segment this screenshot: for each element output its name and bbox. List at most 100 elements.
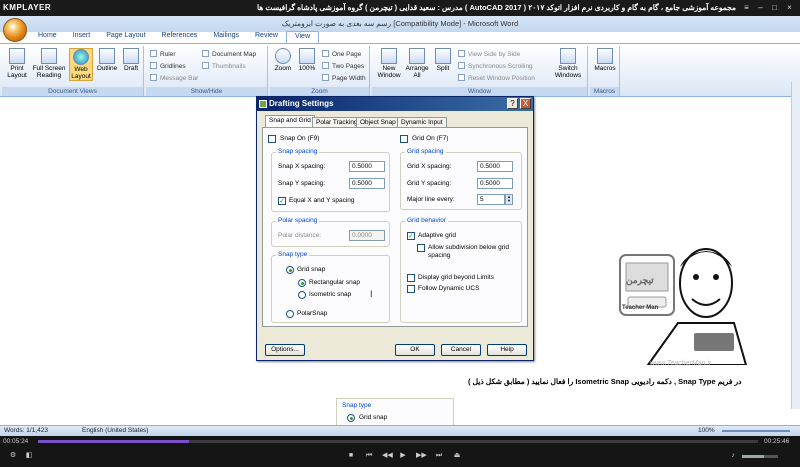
next-icon[interactable]: ⏭: [434, 451, 444, 461]
gridlines-checkbox[interactable]: Gridlines: [150, 62, 186, 70]
tab-view[interactable]: View: [285, 31, 319, 43]
word-title: رسم سه بعدی به صورت ایزومتریک [Compatibi…: [0, 16, 800, 32]
switch-windows-button[interactable]: Switch Windows: [551, 48, 585, 79]
polar-distance-input[interactable]: 0.0000: [349, 230, 385, 241]
arrange-all-button[interactable]: Arrange All: [404, 48, 430, 79]
reset-window-position-button[interactable]: Reset Window Position: [458, 74, 535, 82]
synchronous-scrolling-button[interactable]: Synchronous Scrolling: [458, 62, 533, 70]
view-side-by-side-button[interactable]: View Side by Side: [458, 50, 520, 58]
drafting-settings-dialog: Drafting Settings ? X Snap and Grid Pola…: [256, 96, 534, 361]
snapbox-label: Grid snap: [359, 414, 388, 421]
subdivision-checkbox[interactable]: [417, 244, 425, 252]
new-window-button[interactable]: New Window: [376, 48, 402, 79]
rectangular-snap-radio[interactable]: [298, 279, 306, 287]
ruler-checkbox[interactable]: Ruler: [150, 50, 176, 58]
rewind-icon[interactable]: ◀◀: [382, 451, 393, 461]
major-line-input[interactable]: 5: [477, 194, 505, 205]
text-cursor-icon: I: [370, 289, 373, 299]
page-width-button[interactable]: Page Width: [322, 74, 366, 82]
tab-references[interactable]: References: [154, 31, 206, 43]
grid-on-checkbox[interactable]: [400, 135, 408, 143]
adaptive-grid-checkbox[interactable]: ✓: [407, 232, 415, 240]
sync-scroll-icon: [458, 62, 465, 69]
polar-snap-radio[interactable]: [286, 310, 294, 318]
help-title-button[interactable]: ?: [507, 98, 518, 109]
office-button[interactable]: [3, 18, 27, 42]
full-screen-reading-button[interactable]: Full Screen Reading: [31, 48, 67, 79]
macros-button[interactable]: Macros: [592, 48, 618, 72]
vertical-scrollbar[interactable]: [791, 82, 800, 409]
volume-icon[interactable]: ♪: [728, 451, 738, 461]
major-line-spinner[interactable]: ▲ ▼: [505, 194, 513, 205]
snap-on-checkbox[interactable]: [268, 135, 276, 143]
close-icon[interactable]: ×: [784, 2, 795, 13]
magnifier-icon: [275, 48, 291, 64]
message-bar-checkbox[interactable]: Message Bar: [150, 74, 198, 82]
outline-button[interactable]: Outline: [95, 48, 119, 72]
minimize-icon[interactable]: –: [755, 2, 766, 13]
follow-ucs-checkbox[interactable]: [407, 285, 415, 293]
3d-icon[interactable]: ◧: [24, 451, 34, 461]
close-dialog-button[interactable]: X: [520, 98, 531, 109]
teacherman-mascot: تیچرمن Teacher Man: [618, 237, 748, 366]
snap-x-input[interactable]: 0.5000: [349, 161, 385, 172]
forward-icon[interactable]: ▶▶: [416, 451, 427, 461]
status-bar: Words: 1/1,423 English (United States) 1…: [0, 425, 800, 436]
grid-spacing-title: Grid spacing: [405, 148, 446, 155]
tab-mailings[interactable]: Mailings: [205, 31, 247, 43]
web-layout-button[interactable]: Web Layout: [69, 48, 93, 81]
play-icon[interactable]: ▶: [398, 451, 408, 461]
isometric-snap-radio[interactable]: [298, 291, 306, 299]
prev-icon[interactable]: ⏮: [364, 451, 374, 461]
polar-spacing-frame: Polar spacing Polar distance: 0.0000: [271, 217, 390, 247]
page-100-icon: [299, 48, 315, 64]
thumbnails-checkbox[interactable]: Thumbnails: [202, 62, 246, 70]
snap-on-label: Snap On (F9): [280, 135, 320, 142]
two-pages-button[interactable]: Two Pages: [322, 62, 364, 70]
ribbon: Print Layout Full Screen Reading Web Lay…: [0, 43, 800, 97]
grid-snap-radio[interactable]: [286, 266, 294, 274]
language-status[interactable]: English (United States): [82, 427, 148, 434]
grid-behavior-frame: Grid behavior ✓ Adaptive grid Allow subd…: [400, 217, 522, 323]
eject-icon[interactable]: ⏏: [452, 451, 462, 461]
ok-button[interactable]: OK: [395, 344, 435, 356]
menu-icon[interactable]: ≡: [741, 2, 752, 13]
zoom-slider[interactable]: [722, 430, 790, 432]
tab-review[interactable]: Review: [247, 31, 286, 43]
settings-icon[interactable]: ⚙: [8, 451, 18, 461]
tab-home[interactable]: Home: [30, 31, 65, 43]
tab-insert[interactable]: Insert: [65, 31, 99, 43]
display-beyond-limits-checkbox[interactable]: [407, 274, 415, 282]
split-button[interactable]: Split: [432, 48, 454, 72]
snap-y-input[interactable]: 0.5000: [349, 178, 385, 189]
switch-windows-icon: [560, 48, 576, 64]
tab-page-layout[interactable]: Page Layout: [98, 31, 153, 43]
grid-x-input[interactable]: 0.5000: [477, 161, 513, 172]
grid-y-input[interactable]: 0.5000: [477, 178, 513, 189]
full-screen-icon: [41, 48, 57, 64]
major-line-label: Major line every:: [407, 196, 455, 203]
zoom-100-button[interactable]: 100%: [296, 48, 318, 72]
draft-button[interactable]: Draft: [121, 48, 141, 72]
help-button[interactable]: Help: [487, 344, 527, 356]
dialog-title: Drafting Settings: [257, 97, 533, 111]
zoom-button[interactable]: Zoom: [272, 48, 294, 72]
grid-behavior-title: Grid behavior: [405, 217, 449, 224]
polar-snap-label: PolarSnap: [297, 310, 328, 317]
maximize-icon[interactable]: □: [769, 2, 780, 13]
cancel-button[interactable]: Cancel: [441, 344, 481, 356]
print-layout-button[interactable]: Print Layout: [5, 48, 29, 79]
watermark: www.TeacherMan.ir: [650, 360, 712, 367]
document-map-checkbox[interactable]: Document Map: [202, 50, 256, 58]
zoom-percent[interactable]: 100%: [698, 427, 715, 434]
equal-spacing-label: Equal X and Y spacing: [289, 197, 355, 204]
ruler-check-icon: [150, 50, 157, 57]
group-switch-windows: Switch Windows: [549, 46, 587, 96]
draft-icon: [123, 48, 139, 64]
one-page-button[interactable]: One Page: [322, 50, 361, 58]
equal-spacing-checkbox[interactable]: ✓: [278, 197, 286, 205]
word-count[interactable]: Words: 1/1,423: [4, 427, 48, 434]
options-button[interactable]: Options...: [265, 344, 305, 356]
grid-snap-label: Grid snap: [297, 266, 326, 273]
stop-icon[interactable]: ■: [346, 451, 356, 461]
